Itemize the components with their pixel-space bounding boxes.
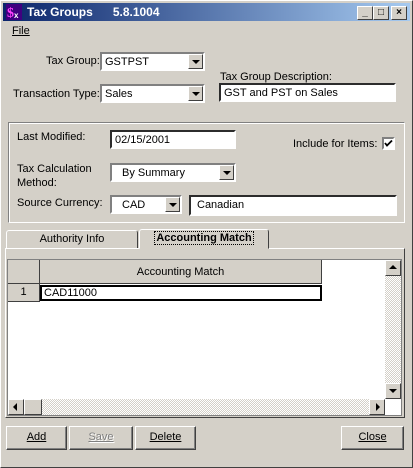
scroll-up-button[interactable]: [385, 260, 401, 276]
grid-cell-accounting-match[interactable]: CAD11000: [40, 285, 322, 301]
tax-group-combo[interactable]: GSTPST: [100, 52, 205, 71]
title-bar[interactable]: $ x Tax Groups 5.8.1004 _ □ ×: [3, 3, 410, 21]
tab-accounting-match-label: Accounting Match: [154, 231, 254, 245]
vertical-scrollbar[interactable]: [385, 260, 401, 399]
add-button-label: Add: [26, 431, 47, 443]
tax-group-description-label: Tax Group Description:: [220, 71, 332, 83]
source-currency-label: Source Currency:: [17, 197, 103, 209]
transaction-type-value: Sales: [105, 88, 133, 100]
chevron-down-icon[interactable]: [219, 165, 234, 180]
app-icon: $ x: [6, 4, 22, 20]
last-modified-field[interactable]: 02/15/2001: [110, 130, 236, 149]
tax-group-description-input[interactable]: GST and PST on Sales: [219, 83, 396, 102]
tax-calculation-label-line2: Method:: [17, 177, 57, 189]
tab-authority-info[interactable]: Authority Info: [6, 230, 138, 249]
chevron-down-icon[interactable]: [188, 86, 203, 101]
horizontal-scrollbar[interactable]: [8, 399, 385, 415]
grid-corner: [8, 260, 40, 284]
chevron-down-icon[interactable]: [188, 54, 203, 69]
minimize-icon: _: [362, 7, 368, 18]
menu-bar: File: [3, 22, 410, 40]
tab-accounting-match[interactable]: Accounting Match: [139, 229, 269, 249]
grid-row-number[interactable]: 1: [8, 284, 40, 302]
include-for-items-label: Include for Items:: [293, 138, 378, 150]
window-title: Tax Groups 5.8.1004: [27, 5, 160, 19]
include-for-items-checkbox[interactable]: [382, 137, 395, 150]
svg-text:x: x: [14, 11, 19, 20]
menu-file[interactable]: File: [12, 25, 30, 37]
close-icon: ×: [396, 7, 402, 18]
tax-calculation-method-combo[interactable]: By Summary: [110, 163, 236, 182]
transaction-type-combo[interactable]: Sales: [100, 84, 205, 103]
last-modified-label: Last Modified:: [17, 131, 86, 143]
svg-text:$: $: [7, 6, 14, 20]
title-name: Tax Groups: [27, 5, 93, 19]
close-button-label: Close: [358, 431, 387, 443]
scroll-down-button[interactable]: [385, 383, 401, 399]
scroll-left-button[interactable]: [8, 399, 24, 415]
grid-header-accounting-match[interactable]: Accounting Match: [40, 260, 322, 284]
title-version: 5.8.1004: [112, 5, 160, 19]
delete-button[interactable]: Delete: [135, 426, 196, 450]
scroll-right-button[interactable]: [369, 399, 385, 415]
source-currency-code: CAD: [122, 199, 146, 211]
accounting-match-grid[interactable]: Accounting Match 1 CAD11000: [7, 259, 402, 416]
source-currency-name-field[interactable]: Canadian: [189, 195, 397, 216]
tax-calculation-method-value: By Summary: [122, 167, 185, 179]
tax-group-label: Tax Group:: [46, 55, 100, 67]
horizontal-scroll-thumb[interactable]: [24, 399, 42, 415]
maximize-icon: □: [377, 7, 385, 18]
tax-group-value: GSTPST: [105, 56, 150, 68]
tax-calculation-label-line1: Tax Calculation: [17, 163, 92, 175]
minimize-button[interactable]: _: [357, 6, 373, 20]
tax-groups-window: $ x Tax Groups 5.8.1004 _ □ × File Tax G…: [0, 0, 413, 468]
save-button[interactable]: Save: [69, 426, 133, 450]
transaction-type-label: Transaction Type:: [13, 88, 100, 100]
delete-button-label: Delete: [149, 431, 182, 443]
source-currency-combo[interactable]: CAD: [110, 195, 182, 214]
add-button[interactable]: Add: [6, 426, 67, 450]
close-window-button[interactable]: ×: [391, 6, 407, 20]
save-button-label: Save: [88, 431, 114, 443]
chevron-down-icon[interactable]: [165, 197, 180, 212]
maximize-button[interactable]: □: [373, 6, 389, 20]
checkmark-icon: [384, 139, 393, 147]
close-button[interactable]: Close: [341, 426, 404, 450]
